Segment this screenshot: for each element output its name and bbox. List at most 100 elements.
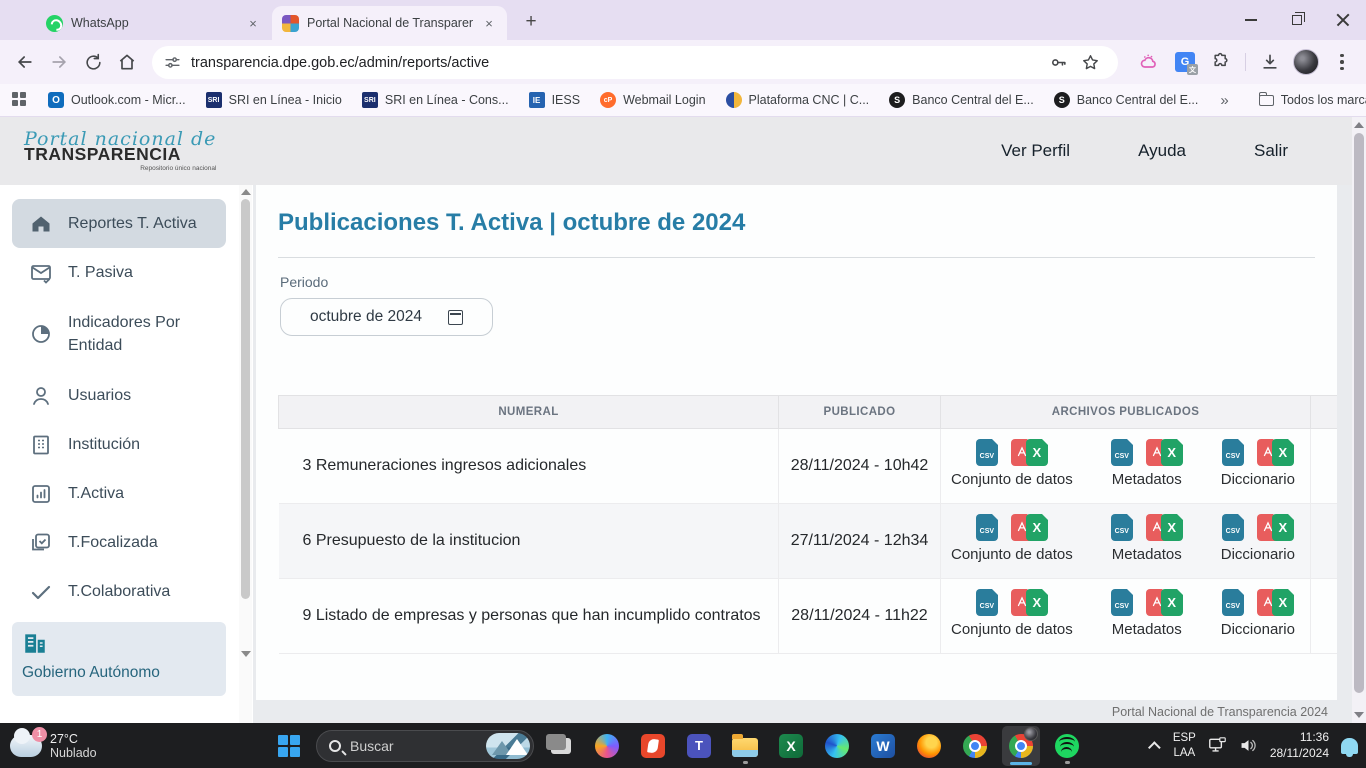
csv-file-icon[interactable]: CSV <box>1111 589 1133 616</box>
bookmark-webmail[interactable]: cP Webmail Login <box>590 92 715 108</box>
sidebar-scrollbar[interactable] <box>239 185 252 723</box>
firefox-button[interactable] <box>910 726 948 766</box>
sidebar-item-reportes-t-activa[interactable]: Reportes T. Activa <box>12 199 226 248</box>
scrollbar-thumb[interactable] <box>241 199 250 599</box>
taskbar-search[interactable]: Buscar <box>316 730 534 762</box>
downloads-button[interactable] <box>1254 46 1286 78</box>
bookmark-bce-1[interactable]: S Banco Central del E... <box>879 92 1044 108</box>
chrome-button[interactable] <box>956 726 994 766</box>
sidebar-item-t-focalizada[interactable]: T.Focalizada <box>12 518 226 567</box>
scroll-up-icon[interactable] <box>241 189 251 195</box>
bookmark-iess[interactable]: IE IESS <box>519 92 591 108</box>
period-date-input[interactable]: octubre de 2024 <box>280 298 493 336</box>
csv-file-icon[interactable]: CSV <box>1111 439 1133 466</box>
network-icon[interactable] <box>1208 737 1227 754</box>
spotify-button[interactable] <box>1048 726 1086 766</box>
back-button[interactable] <box>8 45 42 79</box>
bookmarks-overflow-button[interactable]: » <box>1208 92 1240 109</box>
csv-file-icon[interactable]: CSV <box>976 439 998 466</box>
volume-icon[interactable] <box>1239 737 1258 754</box>
tab-whatsapp[interactable]: WhatsApp × <box>36 6 271 40</box>
excel-file-icon[interactable]: X <box>1161 514 1183 541</box>
excel-file-icon[interactable]: X <box>1161 589 1183 616</box>
excel-file-icon[interactable]: X <box>1272 514 1294 541</box>
forward-button[interactable] <box>42 45 76 79</box>
start-button[interactable] <box>270 726 308 766</box>
close-tab-icon[interactable]: × <box>481 15 497 31</box>
excel-file-icon[interactable]: X <box>1272 589 1294 616</box>
teams-button[interactable]: T <box>680 726 718 766</box>
word-button[interactable]: W <box>864 726 902 766</box>
scrollbar-thumb[interactable] <box>1354 133 1364 693</box>
weather-extension-button[interactable] <box>1133 46 1165 78</box>
bookmark-cnc[interactable]: Plataforma CNC | C... <box>716 92 880 108</box>
address-bar[interactable]: transparencia.dpe.gob.ec/admin/reports/a… <box>152 46 1118 79</box>
file-group-label[interactable]: Metadatos <box>1112 621 1182 638</box>
nav-salir[interactable]: Salir <box>1254 141 1288 161</box>
file-group-label[interactable]: Conjunto de datos <box>951 546 1073 563</box>
csv-file-icon[interactable]: CSV <box>976 589 998 616</box>
calendar-icon[interactable] <box>448 310 463 325</box>
scroll-down-icon[interactable] <box>1354 712 1364 718</box>
excel-button[interactable]: X <box>772 726 810 766</box>
language-indicator[interactable]: ESP LAA <box>1173 731 1196 760</box>
bookmark-bce-2[interactable]: S Banco Central del E... <box>1044 92 1209 108</box>
browser-menu-button[interactable] <box>1326 54 1358 71</box>
excel-file-icon[interactable]: X <box>1161 439 1183 466</box>
chrome-active-button[interactable] <box>1002 726 1040 766</box>
bookmark-sri-consultas[interactable]: SRI SRI en Línea - Cons... <box>352 92 519 108</box>
csv-file-icon[interactable]: CSV <box>1222 439 1244 466</box>
file-group-label[interactable]: Conjunto de datos <box>951 621 1073 638</box>
bookmark-sri-inicio[interactable]: SRI SRI en Línea - Inicio <box>196 92 352 108</box>
weather-widget[interactable]: 1 27°C Nublado <box>10 723 97 768</box>
translate-extension-button[interactable]: G文 <box>1169 46 1201 78</box>
csv-file-icon[interactable]: CSV <box>1222 589 1244 616</box>
file-group-label[interactable]: Diccionario <box>1221 621 1295 638</box>
nav-ayuda[interactable]: Ayuda <box>1138 141 1186 161</box>
clock[interactable]: 11:36 28/11/2024 <box>1270 730 1329 761</box>
csv-file-icon[interactable]: CSV <box>1222 514 1244 541</box>
bookmark-star-button[interactable] <box>1074 47 1106 79</box>
excel-file-icon[interactable]: X <box>1026 439 1048 466</box>
bookmark-outlook[interactable]: O Outlook.com - Micr... <box>38 92 196 108</box>
site-settings-icon[interactable] <box>164 54 181 71</box>
excel-file-icon[interactable]: X <box>1026 589 1048 616</box>
sidebar-item-t-colaborativa[interactable]: T.Colaborativa <box>12 567 226 616</box>
sidebar-item-t-activa[interactable]: T.Activa <box>12 469 226 518</box>
apps-grid-icon[interactable] <box>12 92 26 108</box>
restore-button[interactable] <box>1274 0 1320 40</box>
excel-file-icon[interactable]: X <box>1272 439 1294 466</box>
csv-file-icon[interactable]: CSV <box>976 514 998 541</box>
scroll-up-icon[interactable] <box>1354 122 1364 128</box>
sidebar-item-usuarios[interactable]: Usuarios <box>12 371 226 420</box>
all-bookmarks-button[interactable]: Todos los marcadores <box>1249 93 1366 107</box>
file-group-label[interactable]: Metadatos <box>1112 546 1182 563</box>
home-button[interactable] <box>110 45 144 79</box>
url-text[interactable]: transparencia.dpe.gob.ec/admin/reports/a… <box>191 55 1042 71</box>
password-key-button[interactable] <box>1042 47 1074 79</box>
nav-ver-perfil[interactable]: Ver Perfil <box>1001 141 1070 161</box>
file-explorer-button[interactable] <box>726 726 764 766</box>
sidebar-item-institucion[interactable]: Institución <box>12 420 226 469</box>
close-tab-icon[interactable]: × <box>245 15 261 31</box>
page-scrollbar[interactable] <box>1352 117 1366 723</box>
file-group-label[interactable]: Conjunto de datos <box>951 471 1073 488</box>
scroll-down-icon[interactable] <box>241 651 251 657</box>
reload-button[interactable] <box>76 45 110 79</box>
task-view-button[interactable] <box>542 726 580 766</box>
sidebar-section-gobierno[interactable]: Gobierno Autónomo <box>12 622 226 696</box>
extensions-button[interactable] <box>1205 46 1237 78</box>
file-group-label[interactable]: Metadatos <box>1112 471 1182 488</box>
tab-portal[interactable]: Portal Nacional de Transparenci × <box>272 6 507 40</box>
excel-file-icon[interactable]: X <box>1026 514 1048 541</box>
file-group-label[interactable]: Diccionario <box>1221 546 1295 563</box>
copilot-button[interactable] <box>588 726 626 766</box>
close-window-button[interactable] <box>1320 0 1366 40</box>
tray-expand-icon[interactable] <box>1148 741 1161 754</box>
sidebar-item-indicadores[interactable]: Indicadores Por Entidad <box>12 297 226 371</box>
new-tab-button[interactable]: + <box>518 9 544 35</box>
edge-button[interactable] <box>818 726 856 766</box>
csv-file-icon[interactable]: CSV <box>1111 514 1133 541</box>
file-group-label[interactable]: Diccionario <box>1221 471 1295 488</box>
nitro-pdf-button[interactable] <box>634 726 672 766</box>
